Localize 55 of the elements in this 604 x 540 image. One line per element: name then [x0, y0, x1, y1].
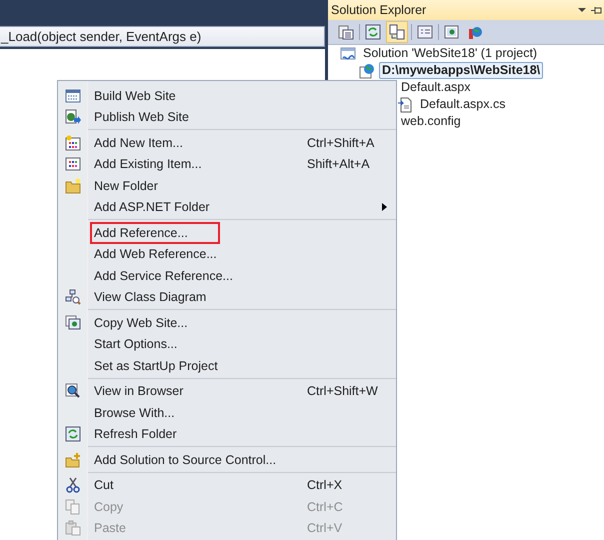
tree-item[interactable]: Default.aspx: [398, 79, 474, 96]
view-code-icon[interactable]: [417, 24, 433, 40]
shortcut-text: Ctrl+Shift+W: [307, 384, 378, 398]
menu-item[interactable]: Copy Web Site...: [90, 312, 192, 334]
shortcut-text: Ctrl+V: [307, 521, 342, 536]
existing-item-icon: [65, 156, 81, 172]
menu-item[interactable]: Add Solution to Source Control...: [90, 448, 280, 471]
shortcut-text: Ctrl+C: [307, 500, 343, 514]
refresh-icon[interactable]: [365, 24, 381, 40]
configuration-icon[interactable]: [467, 24, 483, 40]
member-dropdown[interactable]: _Load(object sender, EventArgs e): [0, 26, 325, 47]
menu-item[interactable]: Add Reference...: [90, 222, 220, 244]
shortcut-text: Ctrl+Shift+A: [307, 136, 374, 150]
scissors-icon: [65, 477, 81, 494]
copy-site-icon: [65, 314, 81, 331]
menu-item[interactable]: New Folder: [90, 174, 162, 197]
tree-item[interactable]: D:\mywebapps\WebSite18\: [379, 62, 544, 79]
paste-icon: [65, 520, 81, 536]
grid-icon: [65, 88, 81, 104]
menu-item[interactable]: Browse With...: [90, 402, 179, 424]
new-folder-icon: [65, 178, 81, 194]
publish-icon: [65, 109, 81, 126]
copy-icon: [65, 498, 81, 515]
properties-icon[interactable]: [338, 24, 354, 40]
solution-icon: [340, 46, 356, 62]
menu-item[interactable]: Build Web Site: [90, 84, 180, 107]
folder-plus-icon: [65, 452, 81, 468]
nest-files-icon[interactable]: [389, 24, 405, 40]
class-diagram-icon: [65, 289, 81, 306]
menu-item[interactable]: View Class Diagram: [90, 286, 210, 308]
designer-icon[interactable]: [444, 24, 460, 40]
refresh-icon: [65, 426, 81, 442]
menu-item[interactable]: Refresh Folder: [90, 423, 181, 446]
globe-icon: [359, 62, 375, 78]
menu-item[interactable]: View in Browser: [90, 380, 188, 402]
menu-item[interactable]: Start Options...: [90, 333, 182, 356]
panel-title: Solution Explorer: [331, 3, 426, 17]
menu-item[interactable]: Add New Item...: [90, 132, 187, 154]
menu-item[interactable]: Add ASP.NET Folder: [90, 196, 214, 218]
menu-item[interactable]: Add Web Reference...: [90, 243, 221, 266]
menu-item[interactable]: Add Existing Item...: [90, 153, 206, 176]
menu-item[interactable]: Add Service Reference...: [90, 264, 237, 287]
new-item-icon: [65, 134, 81, 151]
tree-item[interactable]: Default.aspx.cs: [417, 96, 508, 113]
dropdown-icon[interactable]: [578, 7, 586, 13]
magnifier-icon: [65, 383, 81, 400]
shortcut-text: Ctrl+X: [307, 478, 342, 492]
code-file-icon: [397, 96, 413, 112]
menu-item[interactable]: Publish Web Site: [90, 106, 193, 128]
tree-item[interactable]: web.config: [398, 113, 464, 130]
menu-item[interactable]: Cut: [90, 474, 118, 496]
menu-item[interactable]: Set as StartUp Project: [90, 354, 222, 377]
pin-icon[interactable]: [591, 6, 602, 14]
shortcut-text: Shift+Alt+A: [307, 157, 370, 172]
tree-item[interactable]: Solution 'WebSite18' (1 project): [360, 45, 540, 62]
